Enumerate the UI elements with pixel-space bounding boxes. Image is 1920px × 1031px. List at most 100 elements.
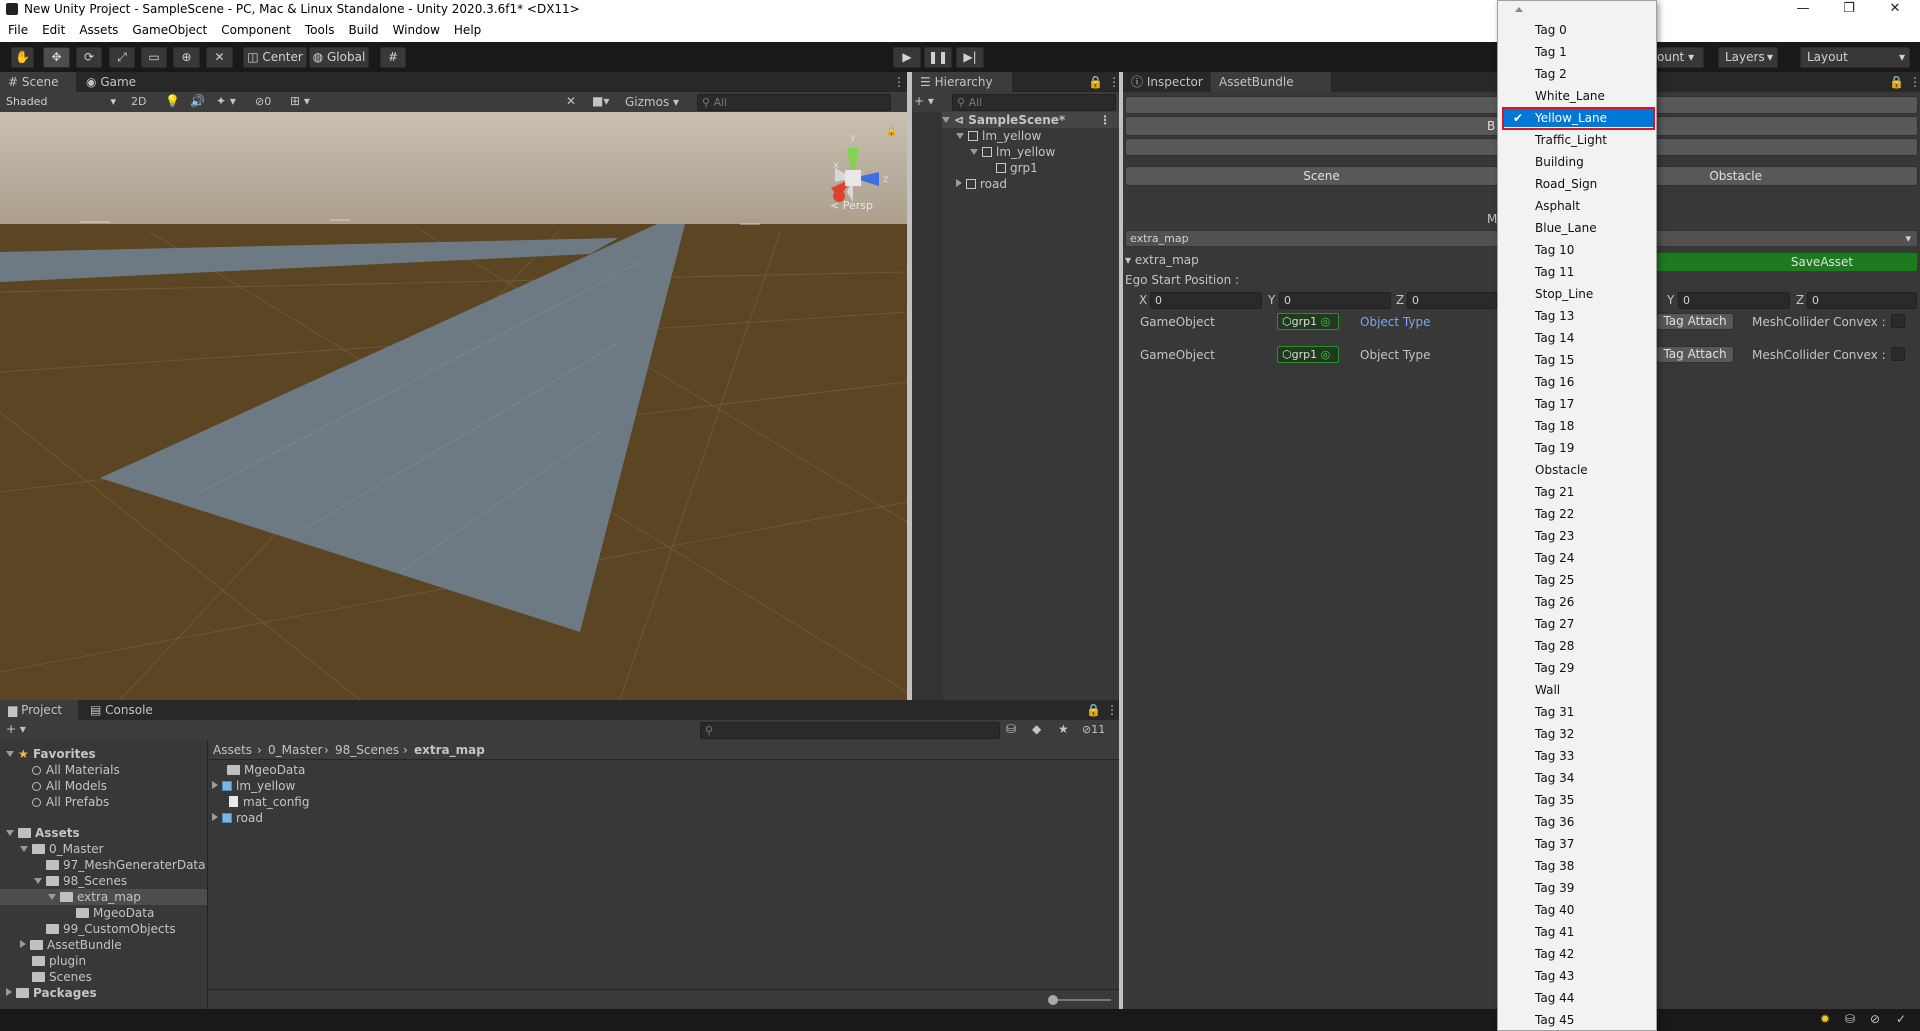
tag-option[interactable]: Tag 42 [1503,945,1653,963]
account-dropdown[interactable]: ount ▾ [1654,47,1704,68]
favorite-all-prefabs[interactable]: All Prefabs [32,794,109,810]
project-search-input[interactable]: ⚲ [700,722,1000,739]
tag-option[interactable]: Tag 22 [1503,505,1653,523]
debug-mode-icon[interactable]: ⊘ [1870,1012,1880,1026]
tag-option[interactable]: Tag 1 [1503,43,1653,61]
play-button[interactable]: ▶ [893,47,921,68]
layers-dropdown[interactable]: Layers ▾ [1718,47,1778,68]
hierarchy-item-grp1[interactable]: grp1 [996,160,1038,176]
tag-option[interactable]: Tag 2 [1503,65,1653,83]
favorite-all-materials[interactable]: All Materials [32,762,120,778]
file-mat-config[interactable]: mat_config [229,794,309,810]
hand-tool-icon[interactable]: ✋ [11,47,34,68]
row2-convex-checkbox[interactable] [1891,347,1905,361]
row2-object-type[interactable]: Object Type [1360,348,1430,362]
pause-button[interactable]: ❚❚ [924,47,952,68]
tag-option[interactable]: Tag 14 [1503,329,1653,347]
menu-file[interactable]: File [0,20,34,37]
extra-map-foldout[interactable]: ▾ extra_map [1125,253,1199,267]
hierarchy-search-input[interactable]: ⚲ All [952,94,1116,111]
pos-x-field[interactable]: 0 [1150,292,1262,309]
tools-icon[interactable]: ✕ [566,94,576,108]
tab-hierarchy[interactable]: ☰ Hierarchy [912,72,1012,92]
tag-option[interactable]: Tag 21 [1503,483,1653,501]
tag-option[interactable]: Obstacle [1503,461,1653,479]
breadcrumb-0-master[interactable]: 0_Master [268,743,323,757]
transform-tool-icon[interactable]: ⊕ [173,47,200,68]
pos-y2-field[interactable]: 0 [1678,292,1790,309]
lighting-icon[interactable]: 💡 [165,94,180,108]
pivot-global-button[interactable]: ◍ Global [309,47,369,68]
breadcrumb-assets[interactable]: Assets [213,743,252,757]
tag-option[interactable]: Tag 18 [1503,417,1653,435]
tag-option[interactable]: Tag 17 [1503,395,1653,413]
audio-icon[interactable]: 🔊 [190,94,205,108]
tag-option[interactable]: Tag 16 [1503,373,1653,391]
favorite-all-models[interactable]: All Models [32,778,107,794]
maximize-button[interactable]: ❐ [1826,0,1872,20]
layout-dropdown[interactable]: Layout ▾ [1800,47,1910,68]
close-button[interactable]: ✕ [1872,0,1918,20]
tree-plugin[interactable]: plugin [32,953,86,969]
pos-z2-field[interactable]: 0 [1807,292,1917,309]
tag-option[interactable]: Blue_Lane [1503,219,1653,237]
custom-tool-icon[interactable]: ✕ [206,47,233,68]
row1-tag-attach-button[interactable]: Tag Attach [1656,313,1734,330]
lock-icon[interactable]: 🔒 [1078,700,1101,720]
icon-size-slider-track[interactable] [1051,999,1111,1001]
tag-option[interactable]: Tag 35 [1503,791,1653,809]
shading-dropdown[interactable]: Shaded ▾ [2,94,120,111]
grid-snap-icon[interactable]: # [380,47,406,68]
row2-object-field[interactable]: ⬡grp1 ◎ [1277,346,1339,363]
tag-option[interactable]: Tag 28 [1503,637,1653,655]
filter-type-icon[interactable]: ⛁ [1006,722,1016,736]
hierarchy-item-lm-yellow[interactable]: lm_yellow [956,128,1041,144]
menu-tools[interactable]: Tools [297,20,341,37]
grid-toggle-icon[interactable]: ⊞ ▾ [290,94,310,108]
tag-option[interactable]: Tag 41 [1503,923,1653,941]
tag-option[interactable]: Tag 19 [1503,439,1653,457]
tree-mgeodata[interactable]: MgeoData [76,905,154,921]
tag-option[interactable]: Tag 27 [1503,615,1653,633]
tag-option[interactable]: Tag 0 [1503,21,1653,39]
panel-menu-icon[interactable]: ⋮ [1100,72,1120,92]
tag-option[interactable]: Tag 43 [1503,967,1653,985]
tag-option[interactable]: Stop_Line [1503,285,1653,303]
scene-button[interactable]: Scene [1125,166,1518,186]
tag-option[interactable]: Tag 34 [1503,769,1653,787]
lighting-build-icon[interactable]: ✹ [1820,1012,1830,1026]
tab-scene[interactable]: # Scene [0,72,76,92]
row2-tag-attach-button[interactable]: Tag Attach [1656,346,1734,363]
file-road[interactable]: road [212,810,263,826]
file-lm-yellow[interactable]: lm_yellow [212,778,295,794]
hierarchy-item-road[interactable]: road [956,176,1007,192]
gizmos-dropdown[interactable]: Gizmos ▾ [625,95,679,109]
move-tool-icon[interactable]: ✥ [43,47,70,68]
cache-server-icon[interactable]: ⛁ [1845,1012,1855,1026]
breadcrumb-extra-map[interactable]: extra_map [414,743,485,757]
tag-option[interactable]: Road_Sign [1503,175,1653,193]
camera-icon[interactable]: ■▾ [592,94,609,108]
scene-viewport[interactable]: y x z < Persp 🔒 [0,112,907,700]
menu-help[interactable]: Help [446,20,487,37]
tag-option[interactable]: Tag 10 [1503,241,1653,259]
packages-header[interactable]: Packages [6,985,97,1001]
tag-option[interactable]: Tag 37 [1503,835,1653,853]
menu-edit[interactable]: Edit [34,20,71,37]
tag-option[interactable]: Tag 25 [1503,571,1653,589]
hierarchy-item-lm-yellow-child[interactable]: lm_yellow [970,144,1055,160]
tag-option[interactable]: Tag 11 [1503,263,1653,281]
tab-inspector[interactable]: ⓘ Inspector [1123,72,1209,92]
lock-icon[interactable]: 🔒 [1080,72,1103,92]
more-icon[interactable]: ⋮ [1099,112,1111,128]
tag-option[interactable]: Traffic_Light [1503,131,1653,149]
menu-window[interactable]: Window [385,20,446,37]
panel-menu-icon[interactable]: ⋮ [885,72,905,92]
tag-option[interactable]: Wall [1503,681,1653,699]
scroll-up-icon[interactable] [1515,7,1523,12]
tag-option[interactable]: Tag 31 [1503,703,1653,721]
filter-label-icon[interactable]: ◆ [1032,722,1041,736]
tree-99-customobjects[interactable]: 99_CustomObjects [46,921,176,937]
menu-component[interactable]: Component [213,20,297,37]
tag-option[interactable]: Tag 13 [1503,307,1653,325]
